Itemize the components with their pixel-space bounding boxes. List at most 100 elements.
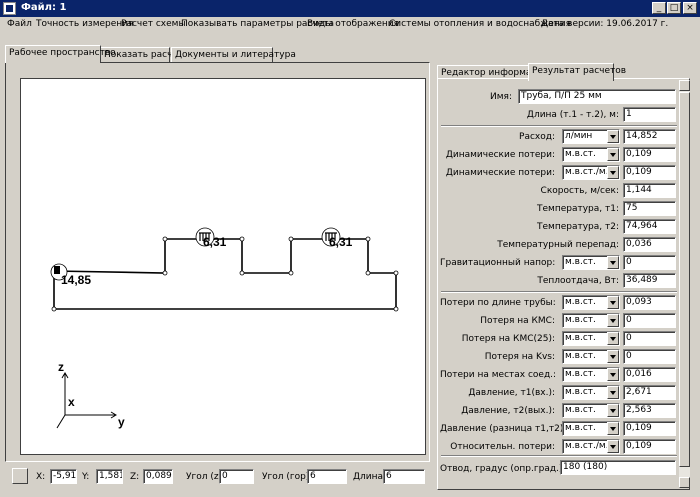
pipe-loss-field[interactable]: 0,093 (623, 295, 676, 310)
angle-z-field[interactable]: 0 (219, 469, 254, 484)
scroll-up-button[interactable] (679, 80, 690, 91)
axis-indicator (56, 372, 117, 429)
t1-field[interactable]: 75 (623, 201, 676, 216)
y-coord-label: Y: (82, 472, 90, 482)
menu-bar: Файл Точность измерения Расчет схемы Пок… (0, 17, 700, 34)
p-diff-unit-select[interactable]: м.в.ст. (562, 421, 620, 436)
maximize-button[interactable]: □ (667, 2, 681, 14)
name-field[interactable]: Труба, П/П 25 мм (518, 89, 676, 104)
y-coord-field[interactable]: 1,581 (96, 469, 123, 484)
kms-field[interactable]: 0 (623, 313, 676, 328)
flow-field[interactable]: 14,852 (623, 129, 676, 144)
chevron-down-icon (607, 422, 619, 435)
p1-unit-select[interactable]: м.в.ст. (562, 385, 620, 400)
speed-field[interactable]: 1,144 (623, 183, 676, 198)
label-radiator-3: 6,31 (329, 235, 353, 249)
chevron-down-icon (607, 368, 619, 381)
bend-label: Отвод, градус (опр.град.) (440, 464, 563, 474)
kvs-field[interactable]: 0 (623, 349, 676, 364)
scheme-drawing: 14,85 6,31 6,31 z x y (50, 227, 399, 429)
length-field[interactable]: 6 (383, 469, 425, 484)
grav-unit-select[interactable]: м.в.ст. (562, 255, 620, 270)
chevron-down-icon (607, 350, 619, 363)
temp-drop-field[interactable]: 0,036 (623, 237, 676, 252)
chevron-down-icon (607, 148, 619, 161)
p2-unit-select[interactable]: м.в.ст. (562, 403, 620, 418)
kms25-field[interactable]: 0 (623, 331, 676, 346)
joint-loss-unit-select[interactable]: м.в.ст. (562, 367, 620, 382)
kms-unit-select[interactable]: м.в.ст. (562, 313, 620, 328)
menu-calc-scheme[interactable]: Расчет схемы (121, 19, 186, 29)
kvs-label: Потеря на Kvs: (484, 352, 555, 362)
separator (441, 125, 677, 127)
tab-calc-results[interactable]: Результат расчетов (528, 63, 626, 81)
flow-unit-select[interactable]: л/мин (562, 129, 620, 144)
rel-loss-unit-select[interactable]: м.в.ст./м. (562, 439, 620, 454)
kms25-label: Потеря на КМС(25): (461, 334, 555, 344)
tab-documents[interactable]: Документы и литература (171, 47, 296, 63)
axis-z-label: z (58, 360, 64, 374)
flow-label: Расход: (519, 132, 555, 142)
joint-loss-field[interactable]: 0,016 (623, 367, 676, 382)
axis-x-label: x (68, 395, 75, 409)
length-label: Длина: (353, 472, 387, 482)
label-radiator-1: 14,85 (61, 273, 91, 287)
z-coord-label: Z: (130, 472, 140, 482)
dyn-loss-label: Динамические потери: (445, 150, 555, 160)
rel-loss-field[interactable]: 0,109 (623, 439, 676, 454)
close-button[interactable]: × (683, 2, 697, 14)
p2-field[interactable]: 2,563 (623, 403, 676, 418)
heat-label: Теплоотдача, Вт: (537, 276, 619, 286)
bend-field[interactable]: 180 (180) (560, 460, 676, 475)
scheme-canvas[interactable]: 14,85 6,31 6,31 z x y (20, 78, 426, 455)
t2-label: Температура, т2: (537, 222, 619, 232)
dyn-loss-per-m-field[interactable]: 0,109 (623, 165, 676, 180)
chevron-down-icon (607, 296, 619, 309)
name-label: Имя: (490, 92, 512, 102)
p-diff-field[interactable]: 0,109 (623, 421, 676, 436)
z-coord-field[interactable]: 0,089 (143, 469, 173, 484)
chevron-down-icon (607, 404, 619, 417)
pipe-loss-label: Потери по длине трубы: (440, 298, 556, 308)
scroll-thumb[interactable] (679, 92, 690, 467)
pipe-lines (53, 238, 397, 310)
dyn-loss-unit-select[interactable]: м.в.ст. (562, 147, 620, 162)
label-radiator-2: 6,31 (203, 235, 227, 249)
kvs-unit-select[interactable]: м.в.ст. (562, 349, 620, 364)
p1-field[interactable]: 2,671 (623, 385, 676, 400)
p1-label: Давление, т1(вх.): (468, 388, 555, 398)
angle-hor-label: Угол (гор): (262, 472, 313, 482)
menu-file[interactable]: Файл (7, 19, 32, 29)
chevron-down-icon (607, 332, 619, 345)
t2-field[interactable]: 74,964 (623, 219, 676, 234)
dyn-loss-field[interactable]: 0,109 (623, 147, 676, 162)
x-coord-label: X: (36, 472, 46, 482)
dyn-loss-per-m-unit-select[interactable]: м.в.ст./м. (562, 165, 620, 180)
main-pipe (53, 271, 397, 310)
joint-loss-label: Потери на местах соед.: (440, 370, 557, 380)
heat-field[interactable]: 36,489 (623, 273, 676, 288)
results-scrollbar[interactable] (679, 80, 690, 488)
chevron-down-icon (607, 386, 619, 399)
title-bar: Файл: 1 _ □ × (0, 0, 700, 17)
x-coord-field[interactable]: -5,919 (50, 469, 77, 484)
kms25-unit-select[interactable]: м.в.ст. (562, 331, 620, 346)
tab-workspace[interactable]: Рабочее пространство (5, 45, 116, 63)
window-title: Файл: 1 (21, 2, 67, 13)
grav-label: Гравитационный напор: (440, 258, 556, 268)
pipe-loss-unit-select[interactable]: м.в.ст. (562, 295, 620, 310)
chevron-down-icon (607, 130, 619, 143)
angle-hor-field[interactable]: 6 (307, 469, 347, 484)
dyn-loss-per-m-label: Динамические потери: (445, 168, 555, 178)
chevron-down-icon (607, 166, 619, 179)
scroll-down-button[interactable] (679, 477, 690, 488)
status-toggle-button[interactable] (12, 468, 28, 484)
menu-views[interactable]: Виды отображения (307, 19, 399, 29)
minimize-button[interactable]: _ (652, 2, 666, 14)
menu-precision[interactable]: Точность измерения (36, 19, 133, 29)
temp-drop-label: Температурный перепад: (497, 240, 619, 250)
length-param-field[interactable]: 1 (623, 107, 676, 122)
separator (441, 455, 677, 457)
grav-field[interactable]: 0 (623, 255, 676, 270)
chevron-down-icon (607, 314, 619, 327)
